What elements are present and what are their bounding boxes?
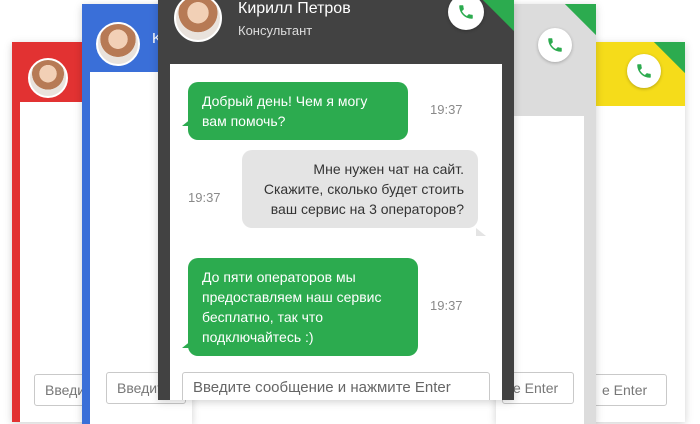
call-button[interactable] [538, 28, 572, 62]
accent-corner [564, 4, 596, 36]
message-bubble-agent: Добрый день! Чем я могу вам помочь? [188, 82, 408, 140]
phone-icon [637, 64, 651, 78]
message-text: Добрый день! Чем я могу вам помочь? [202, 93, 368, 129]
chat-widget-main: Кирилл Петров Консультант Добрый день! Ч… [158, 0, 514, 400]
avatar [174, 0, 222, 42]
bubble-tail [182, 340, 192, 348]
message-time: 19:37 [430, 102, 463, 117]
avatar [28, 58, 68, 98]
message-input-yellow[interactable]: е Enter [591, 374, 667, 406]
message-input[interactable]: Введите сообщение и нажмите Enter [182, 372, 490, 400]
chat-widget-yellow: е Enter [585, 42, 685, 422]
agent-name: Кирилл Петров [238, 0, 351, 17]
call-button[interactable] [448, 0, 484, 30]
message-bubble-agent: До пяти операторов мы предоставляем наш … [188, 258, 418, 356]
accent-corner [482, 0, 514, 32]
message-text: До пяти операторов мы предоставляем наш … [202, 269, 382, 345]
phone-icon [459, 5, 473, 19]
avatar [96, 22, 140, 66]
message-time: 19:37 [430, 298, 463, 313]
agent-role: Консультант [238, 23, 313, 38]
message-time: 19:37 [188, 190, 221, 205]
message-bubble-user: Мне нужен чат на сайт. Скажите, сколько … [242, 150, 478, 228]
bubble-tail [182, 118, 192, 126]
chat-body: Добрый день! Чем я могу вам помочь? 19:3… [170, 64, 502, 400]
message-text: Мне нужен чат на сайт. Скажите, сколько … [263, 161, 464, 217]
call-button[interactable] [627, 54, 661, 88]
phone-icon [548, 38, 562, 52]
bubble-tail [476, 228, 486, 236]
